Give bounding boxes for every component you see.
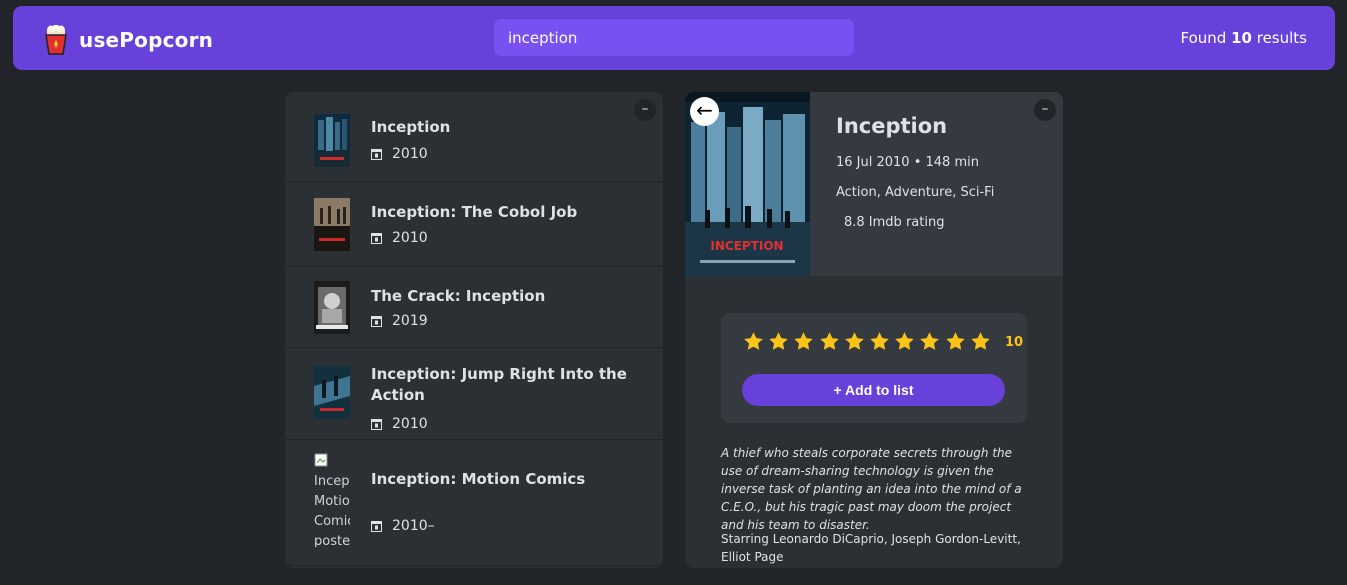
results-suffix: results: [1256, 29, 1307, 47]
results-number: 10: [1231, 29, 1252, 47]
star-icon[interactable]: [869, 331, 890, 352]
movie-year: 2019: [371, 313, 428, 329]
movie-starring: Starring Leonardo DiCaprio, Joseph Gordo…: [721, 532, 1021, 564]
add-to-list-button[interactable]: + Add to list: [742, 374, 1005, 406]
movie-title: Inception: [836, 114, 948, 138]
star-icon[interactable]: [894, 331, 915, 352]
movie-title: The Crack: Inception: [371, 287, 546, 305]
results-prefix: Found: [1180, 29, 1227, 47]
movie-year: 2010: [371, 230, 428, 246]
movie-poster: [314, 281, 350, 334]
calendar-icon: [371, 419, 382, 430]
collapse-list-button[interactable]: –: [634, 99, 656, 121]
logo: usePopcorn: [44, 25, 213, 55]
movie-title: Inception: [371, 118, 451, 136]
app-name: usePopcorn: [79, 28, 214, 52]
star-icon[interactable]: [793, 331, 814, 352]
release-runtime: 16 Jul 2010 • 148 min: [836, 155, 979, 170]
movie-poster-broken: Inception: Motion Comics poster: [314, 452, 350, 547]
calendar-icon: [371, 149, 382, 160]
broken-image-icon: [314, 453, 328, 467]
list-item[interactable]: Inception 2010: [285, 92, 663, 182]
movie-year-value: 2010–: [392, 518, 435, 534]
movie-poster-alt: Inception: Motion Comics poster: [314, 474, 350, 547]
list-item[interactable]: The Crack: Inception 2019: [285, 267, 663, 348]
movie-year: 2010: [371, 416, 428, 432]
calendar-icon: [371, 521, 382, 532]
movie-plot: A thief who steals corporate secrets thr…: [721, 446, 1022, 532]
star-rating: [743, 331, 995, 352]
calendar-icon: [371, 316, 382, 327]
collapse-details-button[interactable]: –: [1034, 99, 1056, 121]
list-item[interactable]: Inception: The Cobol Job 2010: [285, 182, 663, 267]
calendar-icon: [371, 233, 382, 244]
details-header: INCEPTION ← Inception 16 Jul 2010 • 148 …: [685, 92, 1063, 276]
movie-list-box: – Inception 2010 Inception: The Cobol Jo…: [285, 92, 663, 568]
star-icon[interactable]: [844, 331, 865, 352]
star-icon[interactable]: [945, 331, 966, 352]
results-count: Found 10 results: [1180, 29, 1307, 47]
search-input[interactable]: [494, 19, 854, 56]
star-icon[interactable]: [970, 331, 991, 352]
movie-year-value: 2010: [392, 146, 428, 162]
movie-year: 2010–: [371, 518, 435, 534]
back-button[interactable]: ←: [690, 97, 719, 126]
movie-year: 2010: [371, 146, 428, 162]
movie-poster: [314, 366, 350, 419]
movie-year-value: 2019: [392, 313, 428, 329]
star-icon[interactable]: [919, 331, 940, 352]
movie-title: Inception: Motion Comics: [371, 470, 586, 488]
movie-poster: [314, 198, 350, 251]
movie-title: Inception: The Cobol Job: [371, 203, 578, 221]
user-rating-value: 10: [1005, 335, 1024, 350]
movie-title: Inception: Jump Right Into the Action: [371, 365, 627, 404]
list-item[interactable]: Inception: Jump Right Into the Action 20…: [285, 348, 663, 440]
movie-year-value: 2010: [392, 230, 428, 246]
movie-year-value: 2010: [392, 416, 428, 432]
movie-details-box: – INCEPTION ← Inception 16 Jul 2010 • 14…: [685, 92, 1063, 568]
genre: Action, Adventure, Sci-Fi: [836, 185, 995, 200]
star-icon[interactable]: [768, 331, 789, 352]
nav-bar: usePopcorn Found 10 results: [13, 6, 1335, 70]
popcorn-icon: [45, 25, 67, 55]
star-icon[interactable]: [819, 331, 840, 352]
star-icon[interactable]: [743, 331, 764, 352]
poster-title-text: INCEPTION: [710, 239, 783, 253]
movie-list: Inception 2010 Inception: The Cobol Job …: [285, 92, 663, 566]
imdb-rating: 8.8 Imdb rating: [844, 215, 945, 230]
rating-panel: 10 + Add to list: [721, 313, 1027, 423]
list-item[interactable]: Inception: Motion Comics poster Inceptio…: [285, 440, 663, 566]
movie-poster: [314, 114, 350, 167]
